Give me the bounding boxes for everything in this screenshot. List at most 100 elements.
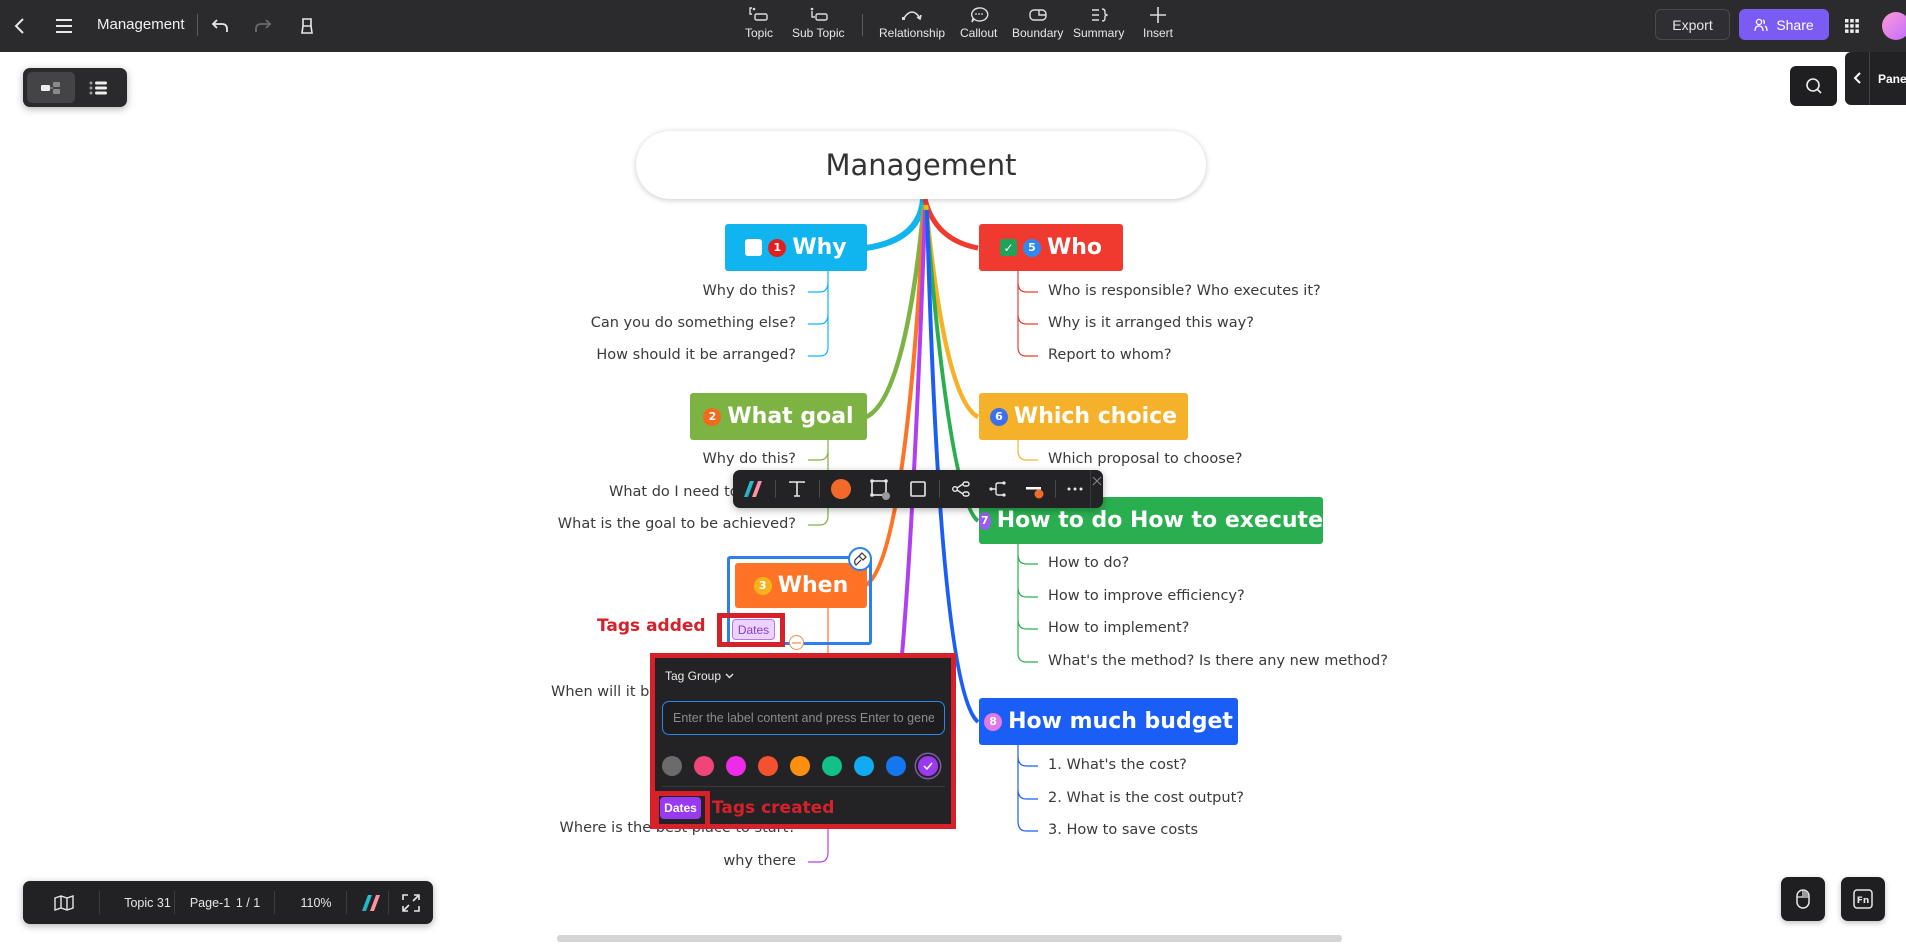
priority-8-icon: 8 [984, 712, 1003, 731]
mouse-icon [1796, 889, 1810, 909]
subtopic[interactable]: 3. How to save costs [1048, 822, 1198, 838]
divider [662, 786, 945, 787]
topic-label: How to do How to execute [996, 508, 1323, 533]
topic-label: Which choice [1013, 404, 1178, 429]
fill-color-button[interactable] [829, 477, 853, 501]
collapse-button[interactable] [789, 635, 804, 650]
checkbox-checked-icon[interactable]: ✓ [999, 239, 1017, 256]
subtopic[interactable]: Why do this? [702, 451, 796, 467]
close-toolbar-button[interactable] [1092, 473, 1102, 486]
topic-why[interactable]: 1 Why [725, 224, 867, 271]
topic-which-choice[interactable]: 6 Which choice [979, 393, 1188, 440]
tag-color-red-orange[interactable] [758, 756, 778, 776]
mouse-mode-button[interactable] [1781, 877, 1825, 921]
tag-color-green[interactable] [822, 756, 842, 776]
topic-label: How much budget [1008, 709, 1233, 734]
ai-logo-button[interactable] [742, 477, 766, 501]
priority-1-icon: 1 [768, 238, 787, 257]
horizontal-scrollbar[interactable] [557, 935, 1342, 942]
minus-icon [792, 641, 801, 644]
tag-group-dropdown[interactable]: Tag Group [665, 669, 734, 683]
text-icon [789, 481, 805, 497]
branch-line-who [922, 198, 979, 251]
annotation-tags-added: Tags added [597, 616, 706, 636]
child-line [1017, 440, 1038, 461]
more-horizontal-icon [1067, 487, 1083, 491]
branch-icon [989, 481, 1006, 497]
map-icon [54, 894, 74, 911]
priority-2-icon: 2 [703, 407, 722, 426]
child-line [1017, 271, 1038, 357]
svg-text:Fn: Fn [1857, 896, 1870, 906]
subtopic[interactable]: Can you do something else? [591, 315, 796, 331]
fullscreen-icon [402, 893, 420, 912]
page-index: 1 / 1 [235, 895, 261, 910]
subtopic[interactable]: Which proposal to choose? [1048, 451, 1242, 467]
subtopic[interactable]: How to implement? [1048, 620, 1189, 636]
subtopic[interactable]: 1. What's the cost? [1048, 757, 1187, 773]
tag-color-blue[interactable] [886, 756, 906, 776]
zoom-level[interactable]: 110% [286, 881, 346, 924]
close-icon [1092, 476, 1102, 486]
subtopic[interactable]: How should it be arranged? [596, 347, 796, 363]
tag-color-sky-blue[interactable] [854, 756, 874, 776]
subtopic[interactable]: 2. What is the cost output? [1048, 790, 1244, 806]
subtopic[interactable]: why there [723, 853, 796, 869]
subtopic[interactable]: Who is responsible? Who executes it? [1048, 283, 1321, 299]
tag-color-pink[interactable] [694, 756, 714, 776]
tag-group-label: Tag Group [665, 669, 722, 683]
divider [939, 480, 940, 498]
subtopic[interactable]: When will it be [551, 684, 658, 700]
subtopic[interactable]: What's the method? Is there any new meth… [1048, 653, 1388, 669]
status-bar: Topic 31 Page-1 1 / 1 110% [23, 881, 433, 924]
text-style-button[interactable] [785, 477, 809, 501]
page-name[interactable]: Page-1 [188, 881, 232, 924]
tag-color-orange[interactable] [790, 756, 810, 776]
child-line [808, 271, 829, 357]
tag-color-gray[interactable] [662, 756, 682, 776]
divider [346, 891, 347, 914]
fullscreen-button[interactable] [395, 881, 427, 924]
shortcut-keys-button[interactable]: Fn [1841, 877, 1885, 921]
divider [819, 480, 820, 498]
node-format-toolbar [733, 470, 1103, 508]
divider [99, 891, 100, 914]
ai-logo-icon [744, 481, 762, 497]
divider [174, 891, 175, 914]
tag-color-purple-selected[interactable] [918, 756, 938, 776]
tag-color-magenta[interactable] [726, 756, 746, 776]
subtopic[interactable]: How to do? [1048, 555, 1129, 571]
subtopic[interactable]: What do I need to [609, 484, 739, 500]
root-topic[interactable]: Management [636, 131, 1206, 199]
topic-who[interactable]: ✓ 5 Who [979, 224, 1123, 271]
line-color-button[interactable] [1023, 477, 1047, 501]
ai-assistant-button[interactable] [354, 881, 390, 924]
divider [274, 891, 275, 914]
clear-format-button[interactable] [848, 547, 872, 571]
subtopic[interactable]: Why is it arranged this way? [1048, 315, 1254, 331]
map-overview-button[interactable] [43, 881, 85, 924]
tag-group-panel: Tag Group Dates Tags created [650, 653, 956, 829]
branch-line-why [865, 198, 926, 251]
divider [1090, 470, 1091, 508]
structure-button[interactable] [949, 477, 973, 501]
topic-how-much-budget[interactable]: 8 How much budget [979, 698, 1238, 745]
checkbox-unchecked-icon[interactable] [745, 239, 763, 256]
tag-label-input[interactable] [662, 701, 945, 735]
more-options-button[interactable] [1063, 477, 1087, 501]
branch-style-button[interactable] [986, 477, 1010, 501]
subtopic[interactable]: Why do this? [702, 283, 796, 299]
square-icon [910, 481, 926, 497]
created-tag-dates[interactable]: Dates [660, 797, 701, 819]
ai-logo-icon [362, 894, 380, 911]
shape-style-button[interactable] [868, 477, 892, 501]
priority-7-icon: 7 [979, 511, 991, 530]
border-button[interactable] [906, 477, 930, 501]
shape-border-icon [870, 479, 890, 500]
color-dot-icon [831, 479, 851, 499]
node-tag-dates[interactable]: Dates [732, 619, 775, 640]
subtopic[interactable]: Report to whom? [1048, 347, 1172, 363]
subtopic[interactable]: How to improve efficiency? [1048, 588, 1245, 604]
subtopic[interactable]: What is the goal to be achieved? [558, 516, 796, 532]
topic-what-goal[interactable]: 2 What goal [690, 393, 867, 440]
